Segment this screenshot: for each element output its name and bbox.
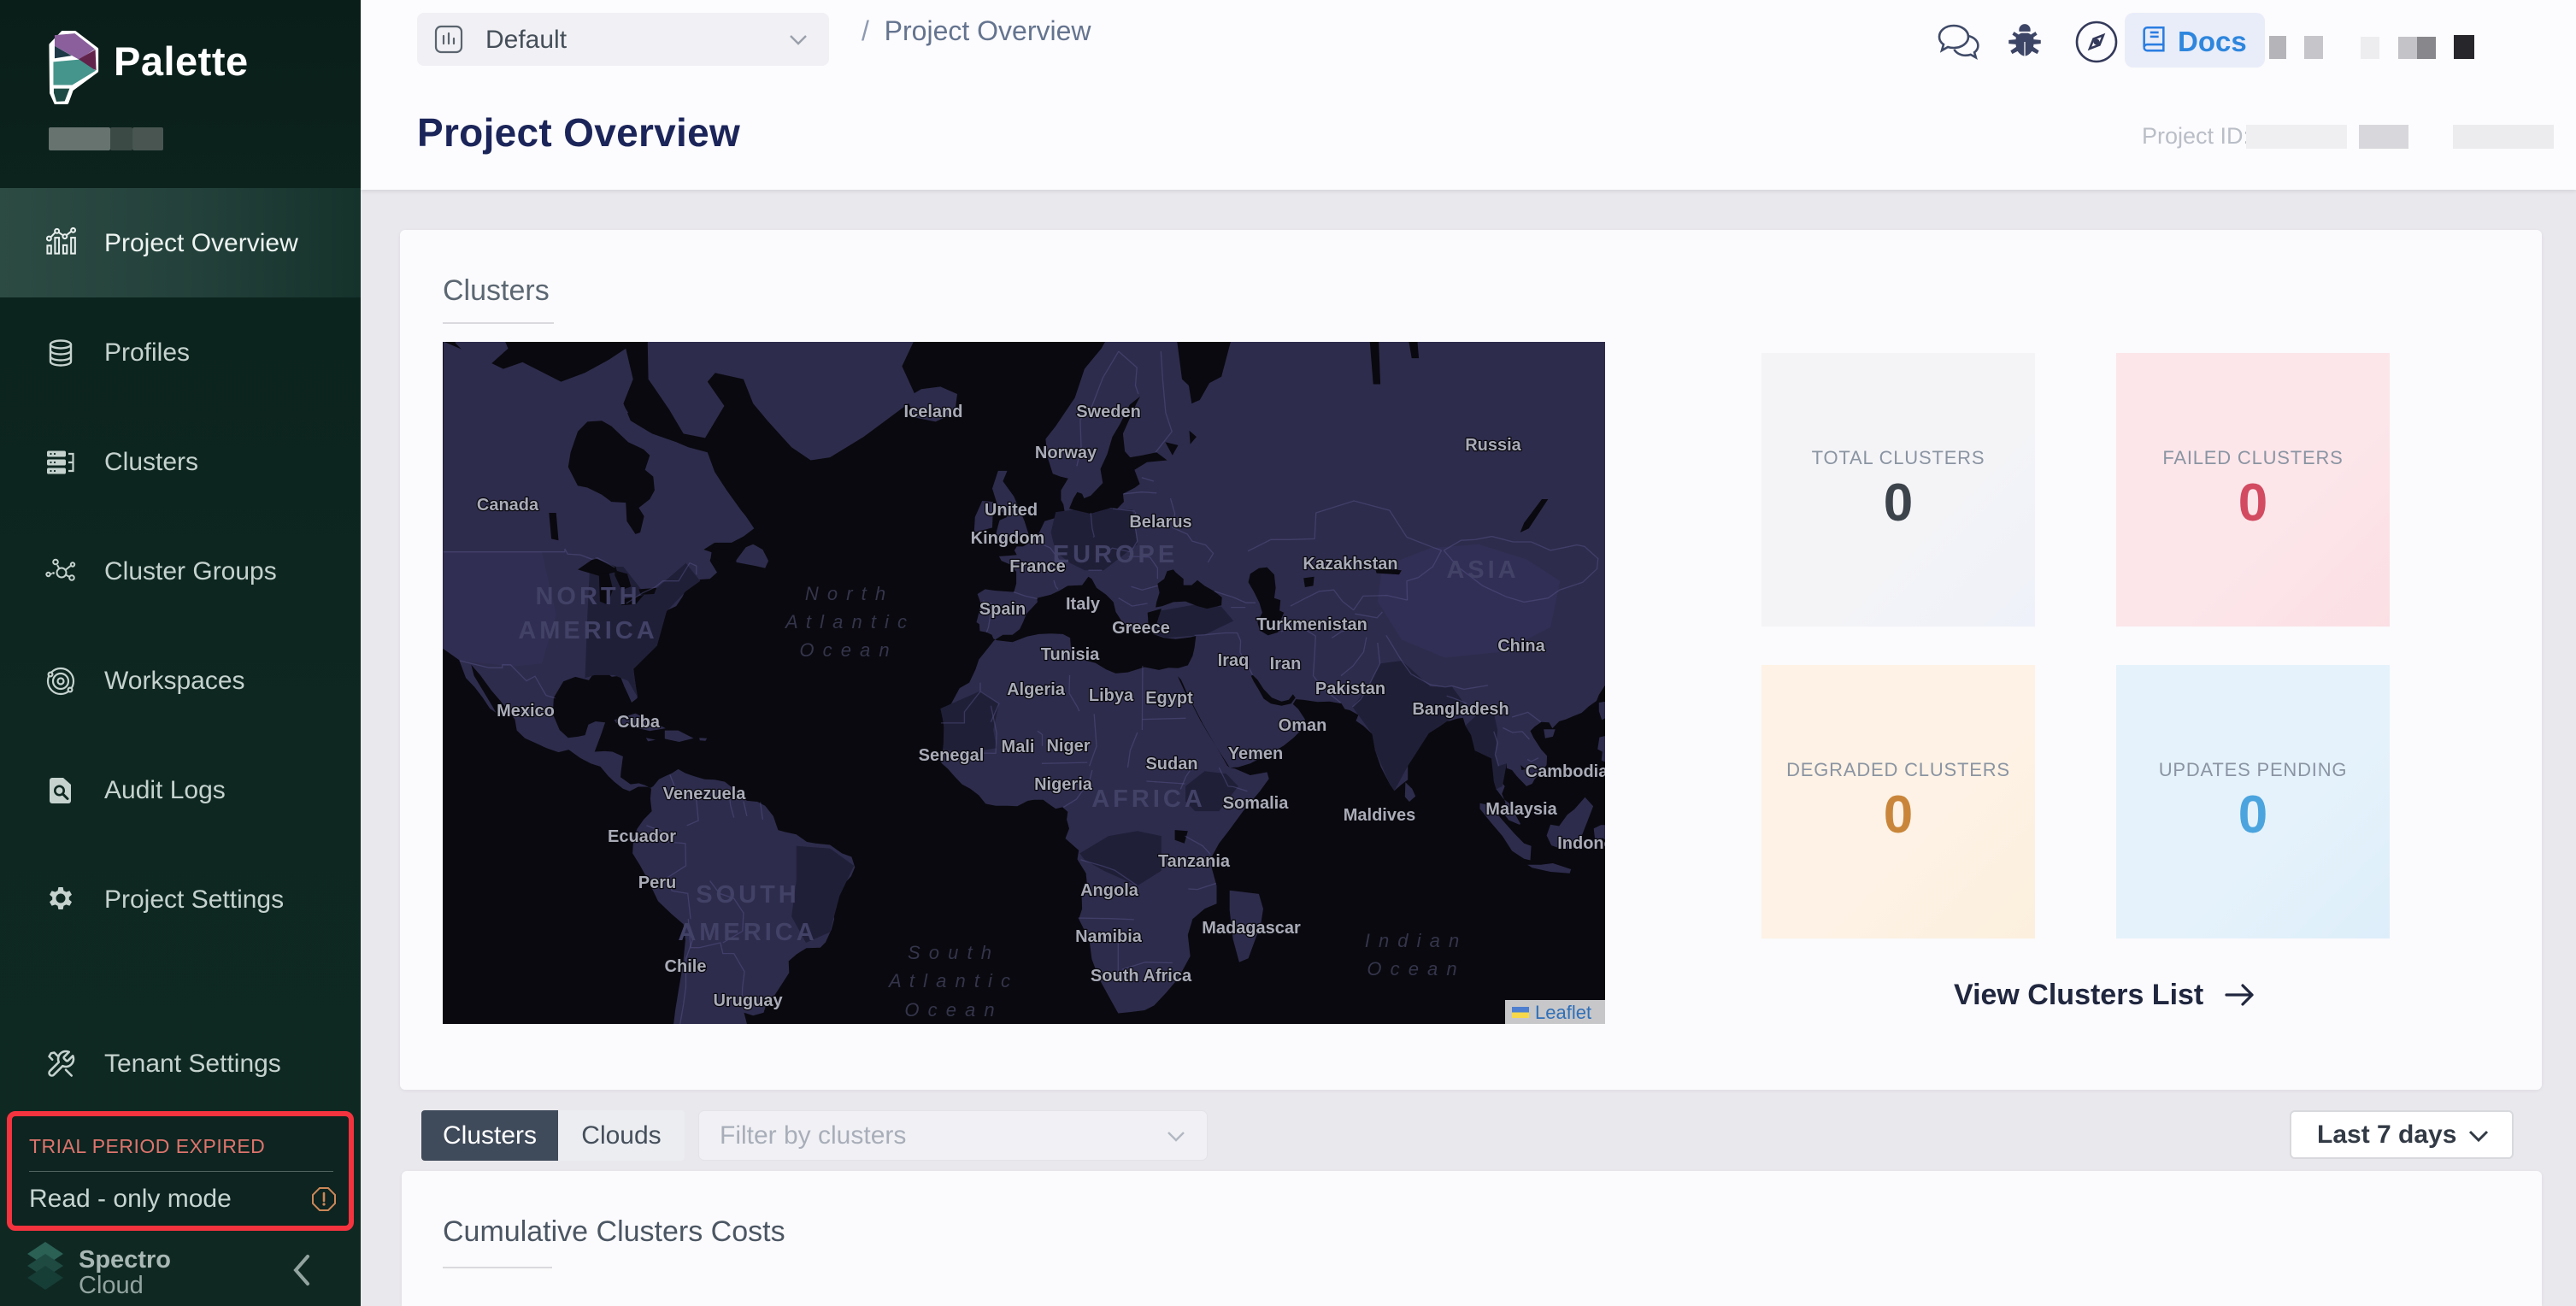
svg-text:Ecuador: Ecuador — [608, 827, 676, 846]
svg-text:Libya: Libya — [1089, 686, 1134, 705]
svg-text:S o u t h: S o u t h — [908, 942, 993, 963]
svg-text:Yemen: Yemen — [1228, 744, 1283, 763]
svg-text:Indone: Indone — [1557, 834, 1605, 853]
svg-text:Sweden: Sweden — [1076, 403, 1141, 421]
svg-text:Cuba: Cuba — [617, 713, 661, 732]
svg-text:Tanzania: Tanzania — [1158, 852, 1231, 871]
svg-text:Iceland: Iceland — [904, 403, 963, 421]
svg-text:Cambodia: Cambodia — [1526, 762, 1605, 781]
svg-text:N o r t h: N o r t h — [805, 583, 887, 604]
svg-text:Chile: Chile — [665, 957, 707, 976]
svg-text:SOUTH: SOUTH — [696, 881, 800, 909]
svg-text:Namibia: Namibia — [1075, 927, 1143, 946]
svg-text:O c e a n: O c e a n — [799, 639, 891, 661]
svg-text:Angola: Angola — [1080, 881, 1139, 900]
svg-text:Spain: Spain — [979, 600, 1026, 619]
svg-text:Somalia: Somalia — [1223, 794, 1290, 813]
svg-text:Oman: Oman — [1279, 716, 1327, 735]
svg-text:I n d i a n: I n d i a n — [1365, 930, 1461, 951]
svg-text:Egypt: Egypt — [1145, 689, 1193, 708]
svg-text:Bangladesh: Bangladesh — [1412, 700, 1509, 719]
svg-text:Belarus: Belarus — [1129, 513, 1191, 532]
svg-text:NORTH: NORTH — [535, 583, 640, 610]
svg-text:A t l a n t i c: A t l a n t i c — [887, 970, 1012, 991]
svg-text:Venezuela: Venezuela — [663, 785, 747, 803]
svg-text:O c e a n: O c e a n — [904, 999, 996, 1021]
svg-text:Mali: Mali — [1002, 738, 1035, 756]
svg-text:Nigeria: Nigeria — [1034, 775, 1093, 794]
svg-text:Madagascar: Madagascar — [1202, 919, 1301, 938]
svg-text:Norway: Norway — [1035, 444, 1097, 462]
svg-text:Canada: Canada — [477, 496, 539, 515]
svg-text:Russia: Russia — [1465, 436, 1521, 455]
svg-text:Iran: Iran — [1270, 655, 1302, 674]
svg-text:Iraq: Iraq — [1218, 651, 1250, 670]
svg-text:Italy: Italy — [1066, 595, 1101, 614]
svg-text:Malaysia: Malaysia — [1485, 800, 1557, 819]
svg-text:AMERICA: AMERICA — [678, 919, 817, 946]
svg-text:Maldives: Maldives — [1344, 806, 1415, 825]
svg-text:Turkmenistan: Turkmenistan — [1256, 615, 1367, 634]
svg-text:EUROPE: EUROPE — [1053, 541, 1178, 568]
svg-text:China: China — [1497, 637, 1545, 656]
svg-text:Senegal: Senegal — [919, 746, 985, 765]
svg-text:Kazakhstan: Kazakhstan — [1303, 555, 1397, 574]
svg-text:Uruguay: Uruguay — [713, 991, 783, 1010]
svg-text:Algeria: Algeria — [1007, 680, 1066, 699]
svg-text:Peru: Peru — [638, 874, 676, 892]
svg-text:Mexico: Mexico — [497, 702, 555, 721]
svg-text:Tunisia: Tunisia — [1041, 645, 1100, 664]
svg-text:Niger: Niger — [1046, 737, 1090, 756]
svg-text:Pakistan: Pakistan — [1315, 679, 1385, 698]
svg-text:United: United — [985, 501, 1038, 520]
svg-text:ASIA: ASIA — [1446, 556, 1519, 584]
svg-text:AMERICA: AMERICA — [518, 617, 657, 644]
svg-text:A t l a n t i c: A t l a n t i c — [784, 611, 909, 632]
svg-text:Leaflet: Leaflet — [1535, 1002, 1591, 1023]
svg-text:Sudan: Sudan — [1145, 755, 1197, 774]
svg-text:O c e a n: O c e a n — [1367, 958, 1458, 980]
svg-text:Kingdom: Kingdom — [971, 529, 1045, 548]
svg-text:South Africa: South Africa — [1091, 967, 1192, 985]
svg-text:Greece: Greece — [1112, 619, 1170, 638]
svg-text:AFRICA: AFRICA — [1091, 785, 1206, 813]
